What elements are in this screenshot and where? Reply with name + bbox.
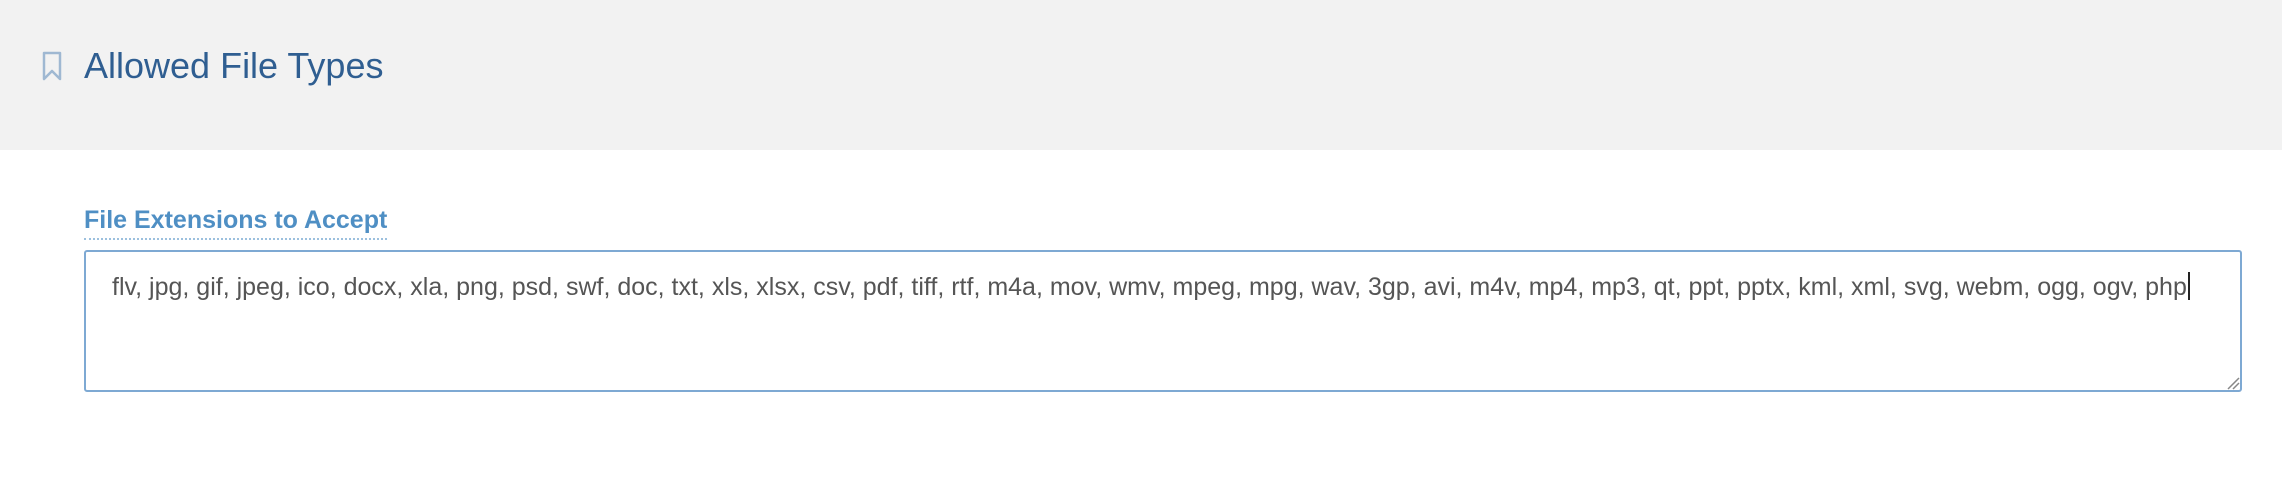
text-caret [2187,272,2190,300]
page-title: Allowed File Types [84,45,384,86]
file-extensions-value: flv, jpg, gif, jpeg, ico, docx, xla, png… [112,273,2187,301]
file-extensions-label: File Extensions to Accept [84,204,388,240]
resize-handle-icon[interactable] [2226,376,2240,390]
section-header: Allowed File Types [0,0,2282,150]
file-extensions-textarea[interactable]: flv, jpg, gif, jpeg, ico, docx, xla, png… [84,250,2242,392]
bookmark-icon [42,51,62,81]
